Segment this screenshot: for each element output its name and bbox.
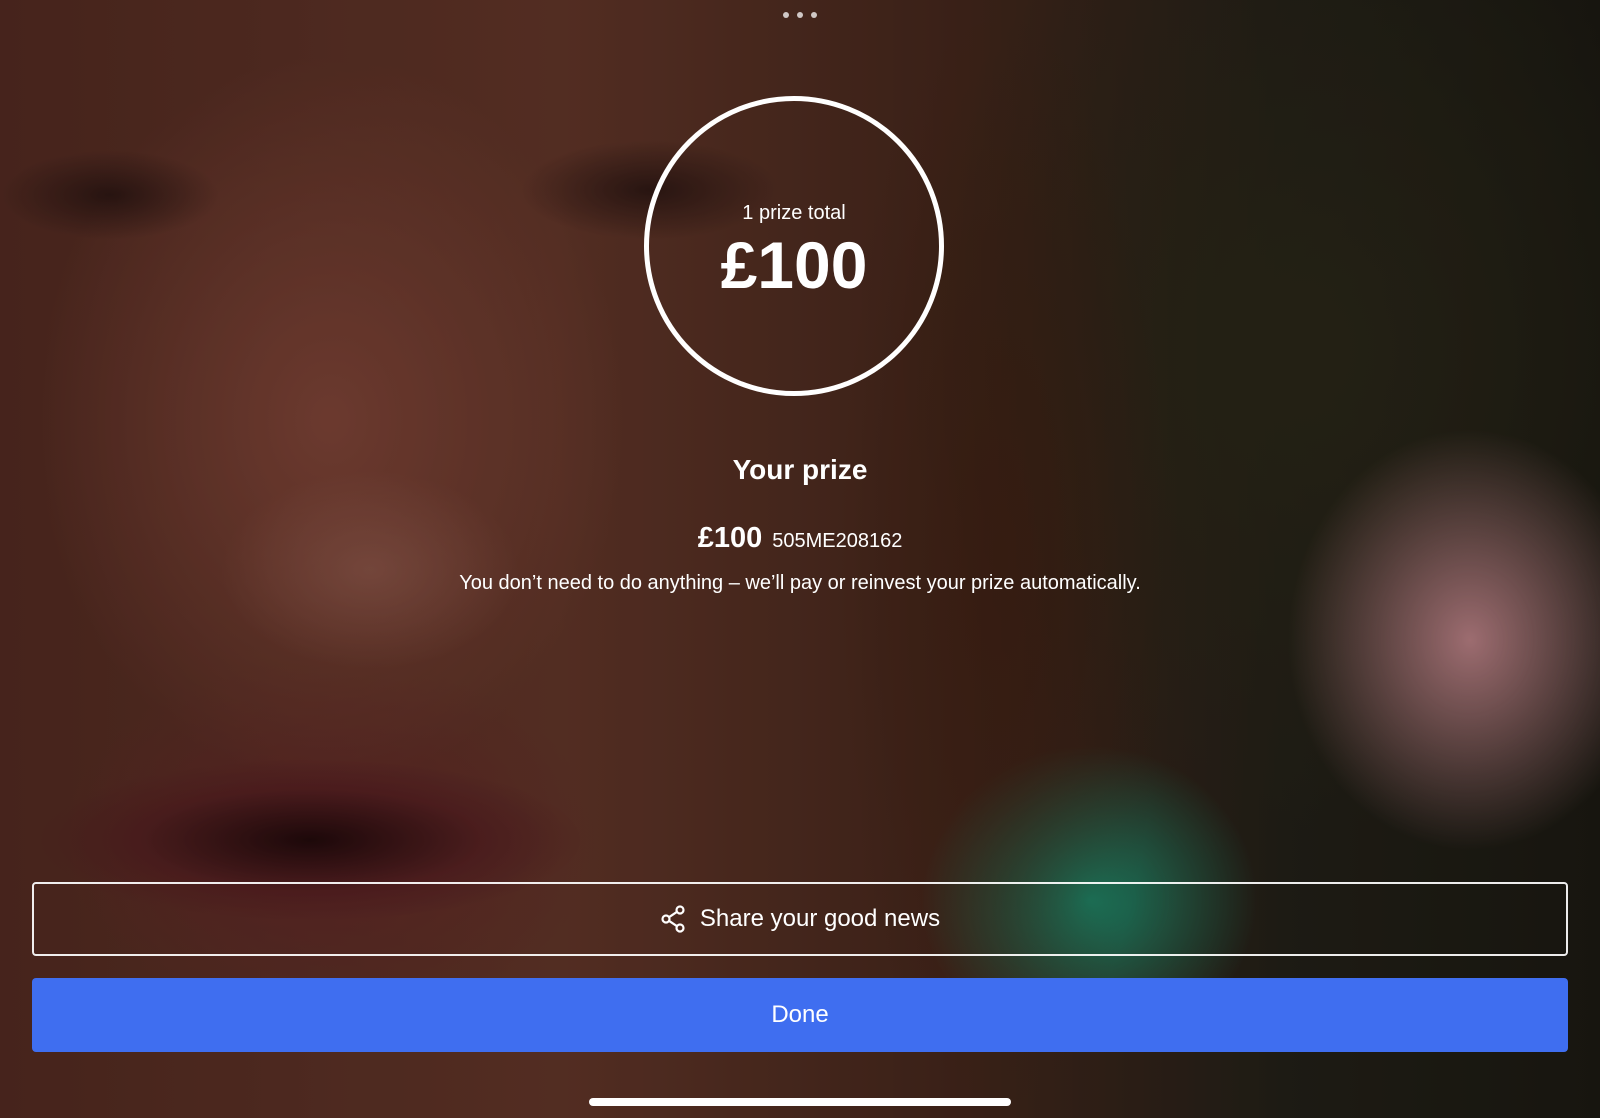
prize-total-amount: £100 (720, 228, 868, 302)
bond-number: 505ME208162 (772, 530, 903, 552)
share-button-label: Share your good news (699, 905, 941, 932)
share-button[interactable]: Share your good news (32, 882, 1568, 956)
prize-row: £100 505ME208162 (0, 520, 1600, 561)
share-icon (661, 905, 685, 933)
prize-screen: 1 prize total £100 Your prize £100 505ME2… (0, 0, 1600, 1118)
home-indicator[interactable] (589, 1098, 1011, 1106)
payout-note: You don’t need to do anything – we’ll pa… (459, 572, 1141, 594)
page-title: Your prize (732, 454, 868, 485)
prize-total-caption: 1 prize total (742, 202, 846, 224)
prize-total-circle: 1 prize total £100 (644, 96, 944, 396)
more-options-icon[interactable] (783, 10, 817, 20)
done-button[interactable]: Done (32, 978, 1568, 1052)
prize-amount: £100 (697, 522, 763, 554)
